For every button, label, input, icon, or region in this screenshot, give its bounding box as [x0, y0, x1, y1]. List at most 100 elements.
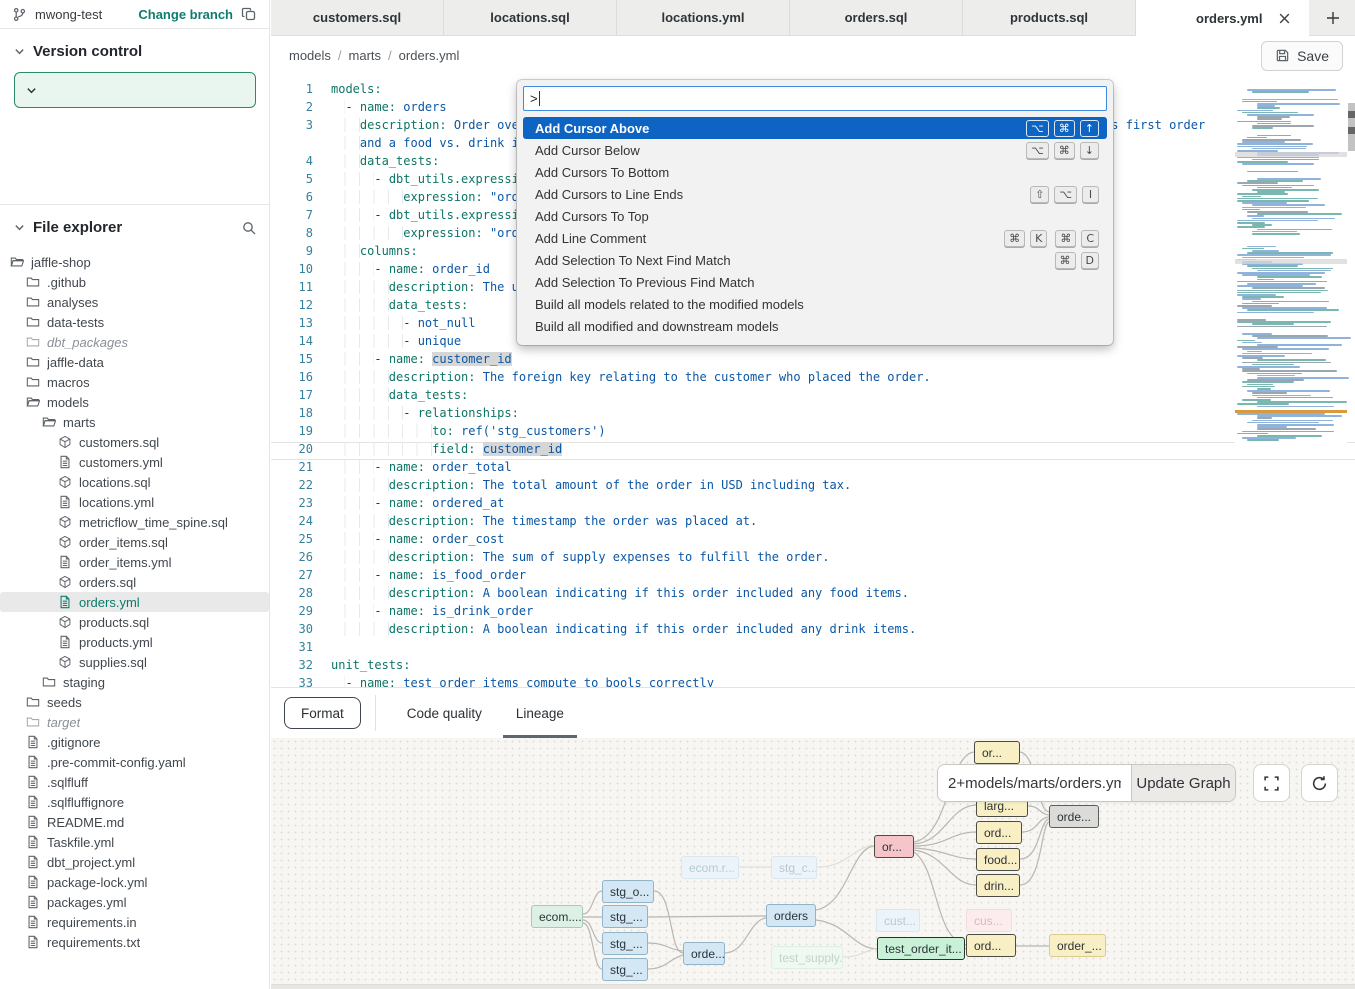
palette-item-add-cursors-to-bottom[interactable]: Add Cursors To Bottom [523, 161, 1107, 183]
tree-item-target[interactable]: target [0, 712, 269, 732]
lineage-selector-input[interactable] [938, 765, 1131, 801]
palette-item-build-all-modified-and-downstream-models[interactable]: Build all modified and downstream models [523, 315, 1107, 337]
breadcrumb-item[interactable]: orders.yml [399, 48, 460, 63]
lineage-node-orde-[interactable]: orde... [1049, 805, 1099, 828]
lineage-node-drin-[interactable]: drin... [976, 874, 1020, 897]
tree-item-requirements-txt[interactable]: requirements.txt [0, 932, 269, 952]
code-line[interactable]: 25 - name: order_cost [271, 532, 1355, 550]
lineage-node-orde-[interactable]: orde... [683, 942, 725, 965]
tree-item-products-sql[interactable]: products.sql [0, 612, 269, 632]
fullscreen-button[interactable] [1253, 764, 1290, 802]
new-tab-button[interactable] [1311, 0, 1355, 35]
editor-tab-locations-yml[interactable]: locations.yml [617, 0, 790, 35]
lineage-node-stg-[interactable]: stg_... [602, 905, 648, 928]
lineage-node-stg-o-[interactable]: stg_o... [602, 880, 654, 903]
palette-item-add-cursors-to-line-ends[interactable]: Add Cursors to Line Ends⇧⌥I [523, 183, 1107, 205]
change-branch-link[interactable]: Change branch [138, 7, 233, 22]
tree-item-locations-yml[interactable]: locations.yml [0, 492, 269, 512]
update-graph-button[interactable]: Update Graph [1131, 765, 1235, 801]
code-line[interactable]: 16 description: The foreign key relating… [271, 370, 1355, 388]
tree-item-macros[interactable]: macros [0, 372, 269, 392]
editor-scrollbar[interactable] [1348, 75, 1355, 688]
tree-item-staging[interactable]: staging [0, 672, 269, 692]
code-line[interactable]: 30 description: A boolean indicating if … [271, 622, 1355, 640]
tree-item-analyses[interactable]: analyses [0, 292, 269, 312]
palette-item-build-all-models-related-to-the-modified-models[interactable]: Build all models related to the modified… [523, 293, 1107, 315]
breadcrumb-item[interactable]: marts [349, 48, 382, 63]
tree-item-requirements-in[interactable]: requirements.in [0, 912, 269, 932]
lineage-canvas[interactable]: ecom....stg_o...stg_...stg_...stg_...ord… [271, 738, 1355, 989]
tree-item-customers-sql[interactable]: customers.sql [0, 432, 269, 452]
editor-tab-customers-sql[interactable]: customers.sql [271, 0, 444, 35]
tree-item-jaffle-shop[interactable]: jaffle-shop [0, 252, 269, 272]
tree-item-marts[interactable]: marts [0, 412, 269, 432]
tree-item--gitignore[interactable]: .gitignore [0, 732, 269, 752]
tab-code-quality[interactable]: Code quality [390, 688, 499, 738]
code-line[interactable]: 31 [271, 640, 1355, 658]
lineage-node-ecom-r-[interactable]: ecom.r... [681, 856, 739, 879]
code-line[interactable]: 29 - name: is_drink_order [271, 604, 1355, 622]
tree-item-orders-yml[interactable]: orders.yml [0, 592, 269, 612]
code-line[interactable]: 15 - name: customer_id [271, 352, 1355, 370]
editor-tab-products-sql[interactable]: products.sql [963, 0, 1136, 35]
minimap[interactable] [1235, 85, 1347, 447]
format-button[interactable]: Format [284, 697, 361, 729]
lineage-node-order-[interactable]: order_... [1049, 934, 1106, 957]
pr-dropdown-caret[interactable] [15, 73, 47, 107]
tree-item-data-tests[interactable]: data-tests [0, 312, 269, 332]
tree-item-jaffle-data[interactable]: jaffle-data [0, 352, 269, 372]
lineage-node-cust-[interactable]: cust... [876, 909, 920, 932]
tree-item--pre-commit-config-yaml[interactable]: .pre-commit-config.yaml [0, 752, 269, 772]
code-line[interactable]: 22 description: The total amount of the … [271, 478, 1355, 496]
palette-item-add-cursor-above[interactable]: Add Cursor Above⌥⌘↑ [523, 117, 1107, 139]
code-line[interactable]: 27 - name: is_food_order [271, 568, 1355, 586]
code-line[interactable]: 17 data_tests: [271, 388, 1355, 406]
code-line[interactable]: 26 description: The sum of supply expens… [271, 550, 1355, 568]
tree-item-packages-yml[interactable]: packages.yml [0, 892, 269, 912]
tree-item-taskfile-yml[interactable]: Taskfile.yml [0, 832, 269, 852]
lineage-hscrollbar[interactable] [271, 984, 1355, 989]
lineage-node-ord-[interactable]: ord... [976, 821, 1022, 844]
tree-item-models[interactable]: models [0, 392, 269, 412]
code-line[interactable]: 24 description: The timestamp the order … [271, 514, 1355, 532]
refresh-button[interactable] [1301, 764, 1338, 802]
palette-item-add-cursor-below[interactable]: Add Cursor Below⌥⌘↓ [523, 139, 1107, 161]
palette-item-add-line-comment[interactable]: Add Line Comment⌘K⌘C [523, 227, 1107, 249]
lineage-node-stg-c-[interactable]: stg_c... [771, 856, 817, 879]
command-palette-input[interactable]: > [523, 86, 1107, 111]
editor-tab-orders-yml[interactable]: orders.yml [1136, 0, 1309, 36]
tree-item-readme-md[interactable]: README.md [0, 812, 269, 832]
lineage-node-cus-[interactable]: cus... [966, 909, 1012, 932]
tree-item-order-items-sql[interactable]: order_items.sql [0, 532, 269, 552]
tree-item-order-items-yml[interactable]: order_items.yml [0, 552, 269, 572]
close-icon[interactable] [1278, 12, 1291, 25]
lineage-node-stg-[interactable]: stg_... [602, 958, 648, 981]
palette-item-add-selection-to-previous-find-match[interactable]: Add Selection To Previous Find Match [523, 271, 1107, 293]
palette-item-add-cursors-to-top[interactable]: Add Cursors To Top [523, 205, 1107, 227]
search-icon[interactable] [241, 220, 257, 236]
lineage-node-or-[interactable]: or... [874, 835, 914, 858]
code-line-current[interactable]: 20 field: customer_id [271, 442, 1355, 460]
lineage-node-food-[interactable]: food... [976, 848, 1020, 871]
tree-item-orders-sql[interactable]: orders.sql [0, 572, 269, 592]
version-control-header[interactable]: Version control [0, 29, 269, 68]
lineage-node-stg-[interactable]: stg_... [602, 932, 648, 955]
lineage-node-ord-[interactable]: ord... [966, 934, 1016, 957]
lineage-node-test-supply-[interactable]: test_supply... [771, 946, 843, 969]
breadcrumb-item[interactable]: models [289, 48, 331, 63]
tree-item--sqlfluffignore[interactable]: .sqlfluffignore [0, 792, 269, 812]
lineage-node-orders[interactable]: orders [766, 904, 816, 927]
code-line[interactable]: 21 - name: order_total [271, 460, 1355, 478]
tree-item-dbt-packages[interactable]: dbt_packages [0, 332, 269, 352]
code-line[interactable]: 33 - name: test_order_items_compute_to_b… [271, 676, 1355, 688]
tree-item-products-yml[interactable]: products.yml [0, 632, 269, 652]
tree-item-metricflow-time-spine-sql[interactable]: metricflow_time_spine.sql [0, 512, 269, 532]
editor-tab-orders-sql[interactable]: orders.sql [790, 0, 963, 35]
tree-item-dbt-project-yml[interactable]: dbt_project.yml [0, 852, 269, 872]
copy-branch-icon[interactable] [241, 6, 257, 22]
create-pr-button[interactable]: Create a pull request on Git... [14, 72, 256, 108]
tree-item-supplies-sql[interactable]: supplies.sql [0, 652, 269, 672]
tree-item-seeds[interactable]: seeds [0, 692, 269, 712]
lineage-node-ecom-[interactable]: ecom.... [531, 905, 583, 928]
tree-item--github[interactable]: .github [0, 272, 269, 292]
